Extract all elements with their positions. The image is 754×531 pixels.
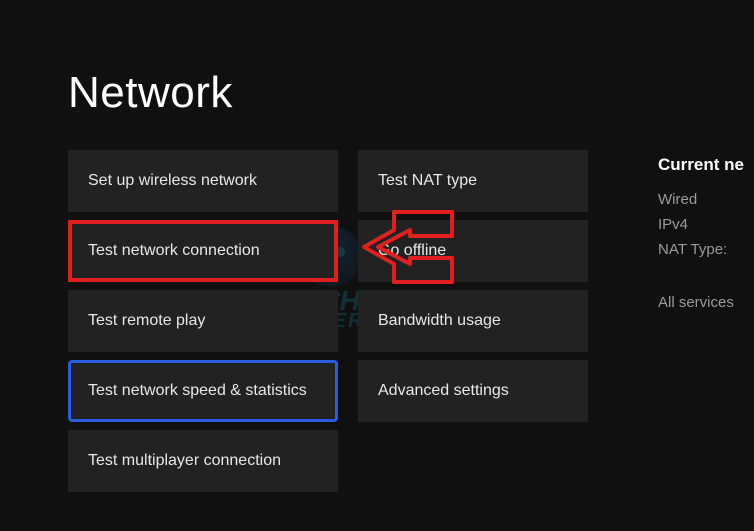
status-ip-version: IPv4 [658, 216, 754, 233]
menu-item-test-multiplayer[interactable]: Test multiplayer connection [68, 430, 338, 492]
menu-column-right: Test NAT type Go offline Bandwidth usage… [358, 150, 588, 492]
menu-item-test-remote-play[interactable]: Test remote play [68, 290, 338, 352]
network-status-panel: Current ne Wired IPv4 NAT Type: All serv… [658, 155, 754, 319]
menu-item-label: Test network connection [88, 242, 260, 260]
status-connection-type: Wired [658, 191, 754, 208]
status-services: All services [658, 294, 754, 311]
menu-item-label: Test remote play [88, 312, 205, 330]
menu-item-label: Test multiplayer connection [88, 452, 281, 470]
menu-item-setup-wireless[interactable]: Set up wireless network [68, 150, 338, 212]
menu-column-left: Set up wireless network Test network con… [68, 150, 338, 492]
menu-item-bandwidth-usage[interactable]: Bandwidth usage [358, 290, 588, 352]
menu-item-test-connection[interactable]: Test network connection [68, 220, 338, 282]
menu-item-label: Set up wireless network [88, 172, 257, 190]
menu-item-go-offline[interactable]: Go offline [358, 220, 588, 282]
menu-item-test-nat-type[interactable]: Test NAT type [358, 150, 588, 212]
menu-item-label: Bandwidth usage [378, 312, 501, 330]
menu-item-label: Advanced settings [378, 382, 509, 400]
menu-item-label: Test NAT type [378, 172, 477, 190]
status-nat-type: NAT Type: [658, 241, 754, 258]
menu-item-label: Test network speed & statistics [88, 382, 307, 400]
page-title: Network [68, 68, 233, 118]
menu-item-advanced-settings[interactable]: Advanced settings [358, 360, 588, 422]
menu-item-test-speed-statistics[interactable]: Test network speed & statistics [68, 360, 338, 422]
status-heading: Current ne [658, 155, 754, 175]
menu-item-label: Go offline [378, 242, 446, 260]
